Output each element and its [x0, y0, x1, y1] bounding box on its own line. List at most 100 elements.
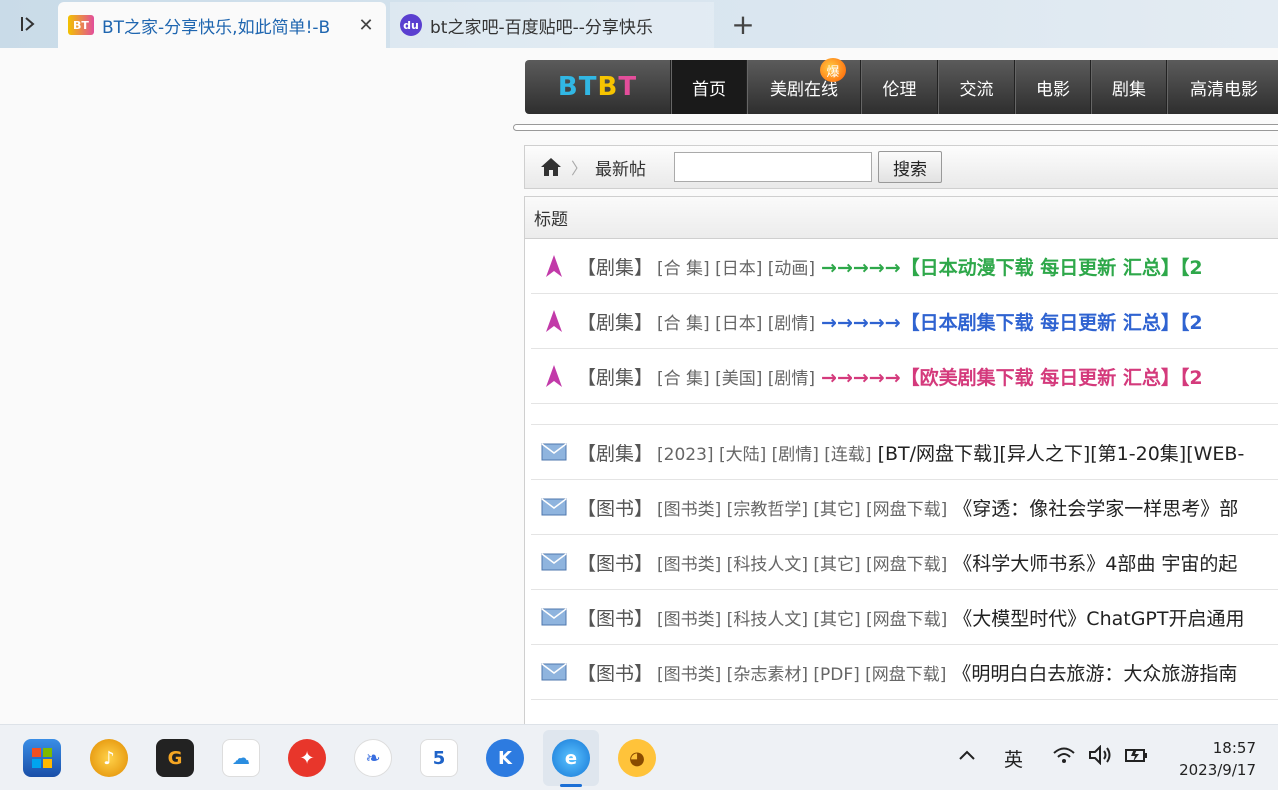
- site-logo[interactable]: BTBT: [525, 60, 671, 114]
- hot-badge: 爆: [820, 58, 846, 82]
- browser-tab-bar: BT BT之家-分享快乐,如此简单!-B ✕ du bt之家吧-百度贴吧--分享…: [0, 0, 1278, 48]
- nav-label: 交流: [959, 79, 994, 100]
- row-title-link[interactable]: 《穿透：像社会学家一样思考》部: [953, 494, 1238, 521]
- search-input[interactable]: [674, 152, 873, 182]
- logo-part: BT: [557, 72, 598, 102]
- list-header: 标题: [525, 197, 1278, 239]
- nav-label: 剧集: [1112, 79, 1146, 100]
- row-category: 【图书】: [577, 497, 654, 520]
- volume-icon[interactable]: [1088, 744, 1114, 770]
- baidu-paw-icon: du: [400, 14, 422, 36]
- k-app-icon[interactable]: K: [486, 739, 524, 777]
- thread-list: 标题 【剧集】 [合 集] [日本] [动画] →→→→→【日本动漫下载 每日更…: [524, 196, 1278, 724]
- row-tags: [合 集] [日本] [动画]: [657, 258, 816, 279]
- red-bird-app-icon[interactable]: ✦: [288, 739, 326, 777]
- thread-row[interactable]: 【图书】 [图书类] [科技人文] [其它] [网盘下载] 《科学大师书系》4部…: [531, 535, 1278, 590]
- active-app-indicator: [560, 784, 582, 787]
- tab-baidu-tieba[interactable]: du bt之家吧-百度贴吧--分享快乐: [390, 2, 714, 48]
- tab-title: bt之家吧-百度贴吧--分享快乐: [430, 17, 653, 38]
- thread-row[interactable]: 【图书】 [图书类] [杂志素材] [PDF] [网盘下载] 《明明白白去旅游：…: [531, 645, 1278, 700]
- wifi-icon[interactable]: [1052, 745, 1076, 770]
- cloud-drive-icon[interactable]: ☁: [222, 739, 260, 777]
- nav-ethics[interactable]: 伦理: [861, 60, 938, 114]
- row-category: 【剧集】: [577, 366, 654, 389]
- divider-bar: [513, 124, 1278, 131]
- thread-row[interactable]: 【图书】 [图书类] [宗教哲学] [其它] [网盘下载] 《穿透：像社会学家一…: [531, 480, 1278, 535]
- row-tags: [图书类] [科技人文] [其它] [网盘下载]: [657, 609, 948, 630]
- envelope-icon: [531, 553, 577, 571]
- site-nav-bar: BTBT 首页 美剧在线 爆 伦理 交流 电影 剧集 高清电影: [525, 58, 1278, 114]
- search-button[interactable]: 搜索: [878, 151, 943, 183]
- envelope-icon: [531, 663, 577, 681]
- chevron-up-icon[interactable]: [958, 745, 976, 767]
- envelope-icon: [531, 608, 577, 626]
- row-category: 【图书】: [577, 607, 654, 630]
- row-tags: [图书类] [宗教哲学] [其它] [网盘下载]: [657, 499, 948, 520]
- breadcrumb-current: 最新帖: [595, 159, 647, 180]
- row-separator: [531, 404, 1278, 425]
- web-page: BTBT 首页 美剧在线 爆 伦理 交流 电影 剧集 高清电影 〉 最新帖 搜索…: [0, 48, 1278, 724]
- row-title-link[interactable]: →→→→→【日本剧集下载 每日更新 汇总】【2: [821, 308, 1203, 335]
- thread-rows: 【剧集】 [合 集] [日本] [动画] →→→→→【日本动漫下载 每日更新 汇…: [531, 239, 1278, 700]
- music-app-icon[interactable]: ♪: [90, 739, 128, 777]
- row-title-link[interactable]: 《大模型时代》ChatGPT开启通用: [953, 604, 1244, 631]
- nav-series[interactable]: 剧集: [1091, 60, 1167, 114]
- system-clock[interactable]: 18:57 2023/9/17: [1179, 737, 1256, 781]
- envelope-icon: [531, 498, 577, 516]
- logo-part: T: [618, 72, 638, 102]
- nav-label: 首页: [692, 79, 726, 100]
- bt-favicon-icon: BT: [68, 15, 94, 35]
- thread-row[interactable]: 【图书】 [图书类] [科技人文] [其它] [网盘下载] 《大模型时代》Cha…: [531, 590, 1278, 645]
- pinned-row[interactable]: 【剧集】 [合 集] [日本] [动画] →→→→→【日本动漫下载 每日更新 汇…: [531, 239, 1278, 294]
- breadcrumb-separator: 〉: [571, 159, 588, 178]
- pin-arrow-icon: [531, 364, 577, 388]
- battery-charging-icon[interactable]: [1124, 745, 1150, 770]
- row-tags: [图书类] [杂志素材] [PDF] [网盘下载]: [657, 664, 947, 685]
- row-category: 【图书】: [577, 552, 654, 575]
- tv-app-icon[interactable]: ◕: [618, 739, 656, 777]
- row-tags: [图书类] [科技人文] [其它] [网盘下载]: [657, 554, 948, 575]
- close-icon[interactable]: ✕: [356, 15, 376, 36]
- tab-bt-home[interactable]: BT BT之家-分享快乐,如此简单!-B ✕: [58, 2, 386, 48]
- nav-us-drama[interactable]: 美剧在线 爆: [747, 58, 861, 114]
- nav-label: 电影: [1036, 79, 1070, 100]
- new-tab-icon[interactable]: +: [728, 8, 758, 41]
- pin-arrow-icon: [531, 254, 577, 278]
- nav-home[interactable]: 首页: [671, 60, 747, 114]
- 5-app-icon[interactable]: 5: [420, 739, 458, 777]
- g-app-icon[interactable]: G: [156, 739, 194, 777]
- sidebar-toggle-icon[interactable]: [0, 0, 56, 48]
- logo-part: B: [597, 72, 619, 102]
- breadcrumb: 〉 最新帖 搜索: [524, 145, 1278, 189]
- row-tags: [合 集] [美国] [剧情]: [657, 368, 816, 389]
- row-title-link[interactable]: 《科学大师书系》4部曲 宇宙的起: [953, 549, 1237, 576]
- thread-row[interactable]: 【剧集】 [2023] [大陆] [剧情] [连载] [BT/网盘下载][异人之…: [531, 425, 1278, 480]
- store-icon[interactable]: [23, 739, 61, 777]
- row-category: 【剧集】: [577, 442, 654, 465]
- edge-browser-icon[interactable]: e: [552, 739, 590, 777]
- nav-forum[interactable]: 交流: [938, 60, 1015, 114]
- pin-arrow-icon: [531, 309, 577, 333]
- row-title-link[interactable]: →→→→→【欧美剧集下载 每日更新 汇总】【2: [821, 363, 1203, 390]
- pinned-row[interactable]: 【剧集】 [合 集] [日本] [剧情] →→→→→【日本剧集下载 每日更新 汇…: [531, 294, 1278, 349]
- clock-date: 2023/9/17: [1179, 761, 1256, 779]
- row-title-link[interactable]: [BT/网盘下载][异人之下][第1-20集][WEB-: [878, 439, 1245, 466]
- pinned-row[interactable]: 【剧集】 [合 集] [美国] [剧情] →→→→→【欧美剧集下载 每日更新 汇…: [531, 349, 1278, 404]
- nav-label: 伦理: [882, 79, 917, 100]
- row-category: 【剧集】: [577, 311, 654, 334]
- row-tags: [2023] [大陆] [剧情] [连载]: [657, 444, 872, 465]
- row-category: 【剧集】: [577, 256, 654, 279]
- nav-hd-movies[interactable]: 高清电影: [1167, 60, 1278, 114]
- envelope-icon: [531, 443, 577, 461]
- clock-time: 18:57: [1212, 739, 1256, 757]
- nav-label: 高清电影: [1190, 79, 1258, 100]
- row-category: 【图书】: [577, 662, 654, 685]
- taskbar: ♪ G ☁ ✦ ❧ 5 K e ◕ 英 18:57 2023/9/17: [0, 724, 1278, 790]
- nav-movies[interactable]: 电影: [1015, 60, 1091, 114]
- ime-indicator[interactable]: 英: [1004, 745, 1023, 772]
- home-icon[interactable]: [539, 157, 563, 177]
- row-title-link[interactable]: 《明明白白去旅游：大众旅游指南: [952, 659, 1237, 686]
- row-title-link[interactable]: →→→→→【日本动漫下载 每日更新 汇总】【2: [821, 253, 1203, 280]
- feather-app-icon[interactable]: ❧: [354, 739, 392, 777]
- row-tags: [合 集] [日本] [剧情]: [657, 313, 816, 334]
